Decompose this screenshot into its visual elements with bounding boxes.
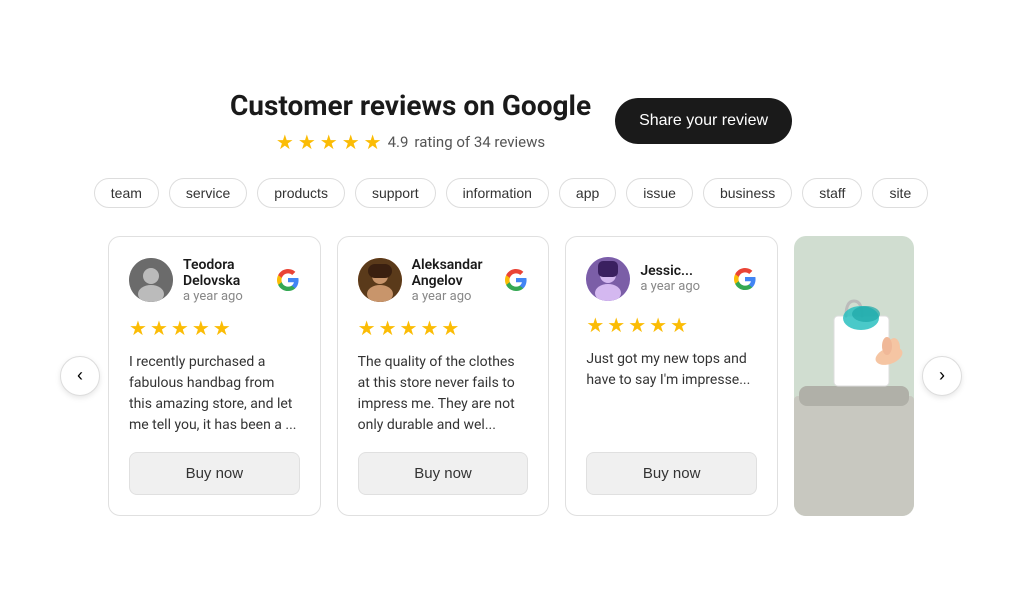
google-icon-3 — [733, 267, 757, 291]
review-star-3-5: ★ — [670, 313, 688, 337]
star-3: ★ — [320, 130, 338, 154]
rating-label: rating of 34 reviews — [414, 133, 545, 151]
review-text-1: I recently purchased a fabulous handbag … — [129, 352, 300, 440]
tag-support[interactable]: support — [355, 178, 436, 208]
tag-staff[interactable]: staff — [802, 178, 862, 208]
page-header: Customer reviews on Google ★ ★ ★ ★ ★ 4.9… — [60, 89, 962, 154]
review-stars-1: ★ ★ ★ ★ ★ — [129, 316, 300, 340]
review-star-1-1: ★ — [129, 316, 147, 340]
review-star-3-2: ★ — [607, 313, 625, 337]
review-card-2: Aleksandar Angelov a year ago — [337, 236, 550, 516]
review-star-1-5: ★ — [213, 316, 231, 340]
title-section: Customer reviews on Google ★ ★ ★ ★ ★ 4.9… — [230, 89, 591, 154]
review-stars-3: ★ ★ ★ ★ ★ — [586, 313, 757, 337]
star-2: ★ — [298, 130, 316, 154]
review-star-1-4: ★ — [192, 316, 210, 340]
review-star-2-1: ★ — [358, 316, 376, 340]
tag-team[interactable]: team — [94, 178, 159, 208]
buy-button-3[interactable]: Buy now — [586, 452, 757, 495]
avatar-3 — [586, 257, 630, 301]
reviewer-info-1: Teodora Delovska a year ago — [129, 257, 276, 304]
reviewer-details-3: Jessic... a year ago — [640, 263, 700, 294]
star-4: ★ — [342, 130, 360, 154]
review-star-3-3: ★ — [628, 313, 646, 337]
reviewer-time-1: a year ago — [183, 289, 276, 304]
reviewer-details-1: Teodora Delovska a year ago — [183, 257, 276, 304]
review-star-2-3: ★ — [400, 316, 418, 340]
reviewer-info-2: Aleksandar Angelov a year ago — [358, 257, 505, 304]
review-stars-2: ★ ★ ★ ★ ★ — [358, 316, 529, 340]
tag-business[interactable]: business — [703, 178, 792, 208]
share-review-button[interactable]: Share your review — [615, 98, 792, 144]
reviews-list: Teodora Delovska a year ago — [108, 236, 914, 516]
overall-stars: ★ ★ ★ ★ ★ — [276, 130, 382, 154]
reviewer-name-3: Jessic... — [640, 263, 700, 279]
rating-value: 4.9 — [388, 133, 409, 151]
star-1: ★ — [276, 130, 294, 154]
review-star-3-1: ★ — [586, 313, 604, 337]
reviews-carousel: ‹ Teodora Delovska — [60, 236, 962, 516]
shopping-bag-image — [794, 236, 914, 516]
reviewer-name-1: Teodora Delovska — [183, 257, 276, 289]
tag-app[interactable]: app — [559, 178, 616, 208]
review-star-1-2: ★ — [150, 316, 168, 340]
review-text-2: The quality of the clothes at this store… — [358, 352, 529, 440]
avatar-1 — [129, 258, 173, 302]
reviewer-header-2: Aleksandar Angelov a year ago — [358, 257, 529, 304]
reviewer-time-2: a year ago — [412, 289, 505, 304]
next-button[interactable]: › — [922, 356, 962, 396]
buy-button-1[interactable]: Buy now — [129, 452, 300, 495]
tag-products[interactable]: products — [257, 178, 345, 208]
reviewer-name-2: Aleksandar Angelov — [412, 257, 505, 289]
reviewer-time-3: a year ago — [640, 279, 700, 294]
chevron-left-icon: ‹ — [77, 365, 83, 386]
chevron-right-icon: › — [939, 365, 945, 386]
star-5: ★ — [364, 130, 382, 154]
reviewer-header-1: Teodora Delovska a year ago — [129, 257, 300, 304]
prev-button[interactable]: ‹ — [60, 356, 100, 396]
buy-button-2[interactable]: Buy now — [358, 452, 529, 495]
google-icon-1 — [276, 268, 300, 292]
review-star-1-3: ★ — [171, 316, 189, 340]
reviewer-info-3: Jessic... a year ago — [586, 257, 700, 301]
tag-site[interactable]: site — [872, 178, 928, 208]
review-star-2-4: ★ — [420, 316, 438, 340]
page-container: Customer reviews on Google ★ ★ ★ ★ ★ 4.9… — [0, 49, 1022, 556]
reviewer-header-3: Jessic... a year ago — [586, 257, 757, 301]
tags-row: team service products support informatio… — [60, 178, 962, 208]
page-title: Customer reviews on Google — [230, 89, 591, 122]
review-star-2-5: ★ — [441, 316, 459, 340]
rating-row: ★ ★ ★ ★ ★ 4.9 rating of 34 reviews — [230, 130, 591, 154]
review-star-2-2: ★ — [379, 316, 397, 340]
tag-service[interactable]: service — [169, 178, 247, 208]
review-card-3: Jessic... a year ago ★ — [565, 236, 778, 516]
reviewer-details-2: Aleksandar Angelov a year ago — [412, 257, 505, 304]
tag-issue[interactable]: issue — [626, 178, 693, 208]
google-icon-2 — [504, 268, 528, 292]
tag-information[interactable]: information — [446, 178, 549, 208]
review-card-1: Teodora Delovska a year ago — [108, 236, 321, 516]
promo-image-card — [794, 236, 914, 516]
review-star-3-4: ★ — [649, 313, 667, 337]
avatar-2 — [358, 258, 402, 302]
review-text-3: Just got my new tops and have to say I'm… — [586, 349, 757, 440]
